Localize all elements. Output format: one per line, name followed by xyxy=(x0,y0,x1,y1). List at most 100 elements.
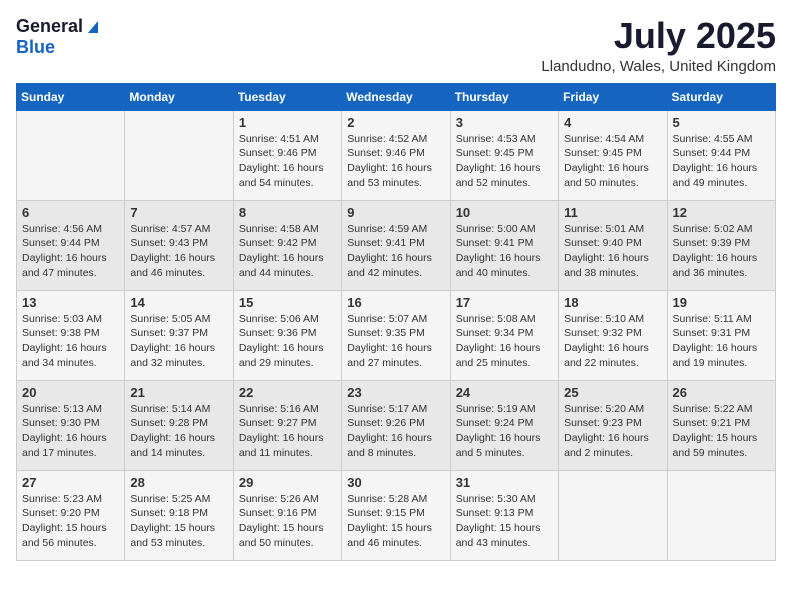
cell-content: Sunrise: 5:01 AMSunset: 9:40 PMDaylight:… xyxy=(564,223,649,279)
logo-blue-text: Blue xyxy=(16,37,55,57)
cell-content: Sunrise: 4:52 AMSunset: 9:46 PMDaylight:… xyxy=(347,133,432,189)
cell-content: Sunrise: 5:11 AMSunset: 9:31 PMDaylight:… xyxy=(673,313,758,369)
calendar-cell: 29Sunrise: 5:26 AMSunset: 9:16 PMDayligh… xyxy=(233,470,341,560)
day-number: 23 xyxy=(347,385,444,400)
cell-content: Sunrise: 5:25 AMSunset: 9:18 PMDaylight:… xyxy=(130,493,215,549)
day-number: 29 xyxy=(239,475,336,490)
day-header-monday: Monday xyxy=(125,83,233,110)
calendar-table: SundayMondayTuesdayWednesdayThursdayFrid… xyxy=(16,83,776,561)
calendar-cell: 5 Sunrise: 4:55 AMSunset: 9:44 PMDaylight… xyxy=(667,110,775,200)
calendar-cell: 28 Sunrise: 5:25 AMSunset: 9:18 PMDayligh… xyxy=(125,470,233,560)
calendar-cell xyxy=(667,470,775,560)
day-header-wednesday: Wednesday xyxy=(342,83,450,110)
day-number: 31 xyxy=(456,475,553,490)
cell-content: Sunrise: 5:28 AMSunset: 9:15 PMDaylight:… xyxy=(347,493,432,549)
cell-content: Sunrise: 4:55 AMSunset: 9:44 PMDaylight:… xyxy=(673,133,758,189)
calendar-cell: 1 Sunrise: 4:51 AMSunset: 9:46 PMDaylight… xyxy=(233,110,341,200)
day-header-tuesday: Tuesday xyxy=(233,83,341,110)
day-number: 26 xyxy=(673,385,770,400)
calendar-cell: 4 Sunrise: 4:54 AMSunset: 9:45 PMDaylight… xyxy=(559,110,667,200)
logo-general-text: General xyxy=(16,16,83,37)
calendar-cell: 8Sunrise: 4:58 AMSunset: 9:42 PMDaylight… xyxy=(233,200,341,290)
calendar-cell: 18 Sunrise: 5:10 AMSunset: 9:32 PMDayligh… xyxy=(559,290,667,380)
day-number: 6 xyxy=(22,205,119,220)
cell-content: Sunrise: 5:14 AMSunset: 9:28 PMDaylight:… xyxy=(130,403,215,459)
cell-content: Sunrise: 4:59 AMSunset: 9:41 PMDaylight:… xyxy=(347,223,432,279)
calendar-week-row: 27Sunrise: 5:23 AMSunset: 9:20 PMDayligh… xyxy=(17,470,776,560)
calendar-cell: 12 Sunrise: 5:02 AMSunset: 9:39 PMDayligh… xyxy=(667,200,775,290)
cell-content: Sunrise: 4:53 AMSunset: 9:45 PMDaylight:… xyxy=(456,133,541,189)
day-number: 9 xyxy=(347,205,444,220)
calendar-cell: 24 Sunrise: 5:19 AMSunset: 9:24 PMDayligh… xyxy=(450,380,558,470)
day-number: 18 xyxy=(564,295,661,310)
day-number: 4 xyxy=(564,115,661,130)
cell-content: Sunrise: 5:08 AMSunset: 9:34 PMDaylight:… xyxy=(456,313,541,369)
day-number: 27 xyxy=(22,475,119,490)
day-number: 1 xyxy=(239,115,336,130)
day-header-friday: Friday xyxy=(559,83,667,110)
day-number: 21 xyxy=(130,385,227,400)
month-title: July 2025 xyxy=(541,16,776,56)
cell-content: Sunrise: 4:51 AMSunset: 9:46 PMDaylight:… xyxy=(239,133,324,189)
page-header: General Blue July 2025 Llandudno, Wales,… xyxy=(16,16,776,75)
calendar-cell: 25Sunrise: 5:20 AMSunset: 9:23 PMDayligh… xyxy=(559,380,667,470)
calendar-cell: 19 Sunrise: 5:11 AMSunset: 9:31 PMDayligh… xyxy=(667,290,775,380)
calendar-cell xyxy=(559,470,667,560)
day-header-sunday: Sunday xyxy=(17,83,125,110)
calendar-header-row: SundayMondayTuesdayWednesdayThursdayFrid… xyxy=(17,83,776,110)
calendar-cell: 17Sunrise: 5:08 AMSunset: 9:34 PMDayligh… xyxy=(450,290,558,380)
calendar-cell xyxy=(17,110,125,200)
logo-icon xyxy=(84,17,102,35)
cell-content: Sunrise: 5:16 AMSunset: 9:27 PMDaylight:… xyxy=(239,403,324,459)
day-number: 14 xyxy=(130,295,227,310)
day-number: 10 xyxy=(456,205,553,220)
calendar-cell: 20Sunrise: 5:13 AMSunset: 9:30 PMDayligh… xyxy=(17,380,125,470)
day-number: 5 xyxy=(673,115,770,130)
calendar-cell: 22 Sunrise: 5:16 AMSunset: 9:27 PMDayligh… xyxy=(233,380,341,470)
cell-content: Sunrise: 4:54 AMSunset: 9:45 PMDaylight:… xyxy=(564,133,649,189)
calendar-cell: 6Sunrise: 4:56 AMSunset: 9:44 PMDaylight… xyxy=(17,200,125,290)
calendar-week-row: 6Sunrise: 4:56 AMSunset: 9:44 PMDaylight… xyxy=(17,200,776,290)
calendar-week-row: 20Sunrise: 5:13 AMSunset: 9:30 PMDayligh… xyxy=(17,380,776,470)
calendar-cell: 13Sunrise: 5:03 AMSunset: 9:38 PMDayligh… xyxy=(17,290,125,380)
day-number: 19 xyxy=(673,295,770,310)
day-number: 28 xyxy=(130,475,227,490)
cell-content: Sunrise: 5:07 AMSunset: 9:35 PMDaylight:… xyxy=(347,313,432,369)
calendar-cell: 26 Sunrise: 5:22 AMSunset: 9:21 PMDayligh… xyxy=(667,380,775,470)
cell-content: Sunrise: 5:10 AMSunset: 9:32 PMDaylight:… xyxy=(564,313,649,369)
cell-content: Sunrise: 5:00 AMSunset: 9:41 PMDaylight:… xyxy=(456,223,541,279)
logo: General Blue xyxy=(16,16,102,58)
calendar-cell: 3 Sunrise: 4:53 AMSunset: 9:45 PMDaylight… xyxy=(450,110,558,200)
day-number: 22 xyxy=(239,385,336,400)
calendar-cell: 30 Sunrise: 5:28 AMSunset: 9:15 PMDayligh… xyxy=(342,470,450,560)
calendar-cell xyxy=(125,110,233,200)
day-number: 3 xyxy=(456,115,553,130)
calendar-cell: 23 Sunrise: 5:17 AMSunset: 9:26 PMDayligh… xyxy=(342,380,450,470)
day-number: 12 xyxy=(673,205,770,220)
day-number: 7 xyxy=(130,205,227,220)
day-header-saturday: Saturday xyxy=(667,83,775,110)
day-header-thursday: Thursday xyxy=(450,83,558,110)
calendar-cell: 2Sunrise: 4:52 AMSunset: 9:46 PMDaylight… xyxy=(342,110,450,200)
cell-content: Sunrise: 5:02 AMSunset: 9:39 PMDaylight:… xyxy=(673,223,758,279)
day-number: 24 xyxy=(456,385,553,400)
cell-content: Sunrise: 5:05 AMSunset: 9:37 PMDaylight:… xyxy=(130,313,215,369)
cell-content: Sunrise: 5:13 AMSunset: 9:30 PMDaylight:… xyxy=(22,403,107,459)
calendar-cell: 27Sunrise: 5:23 AMSunset: 9:20 PMDayligh… xyxy=(17,470,125,560)
cell-content: Sunrise: 5:17 AMSunset: 9:26 PMDaylight:… xyxy=(347,403,432,459)
cell-content: Sunrise: 5:06 AMSunset: 9:36 PMDaylight:… xyxy=(239,313,324,369)
calendar-cell: 16 Sunrise: 5:07 AMSunset: 9:35 PMDayligh… xyxy=(342,290,450,380)
day-number: 16 xyxy=(347,295,444,310)
calendar-cell: 15Sunrise: 5:06 AMSunset: 9:36 PMDayligh… xyxy=(233,290,341,380)
day-number: 25 xyxy=(564,385,661,400)
title-area: July 2025 Llandudno, Wales, United Kingd… xyxy=(541,16,776,75)
day-number: 30 xyxy=(347,475,444,490)
calendar-cell: 31Sunrise: 5:30 AMSunset: 9:13 PMDayligh… xyxy=(450,470,558,560)
cell-content: Sunrise: 5:22 AMSunset: 9:21 PMDaylight:… xyxy=(673,403,758,459)
day-number: 13 xyxy=(22,295,119,310)
cell-content: Sunrise: 5:19 AMSunset: 9:24 PMDaylight:… xyxy=(456,403,541,459)
calendar-cell: 11Sunrise: 5:01 AMSunset: 9:40 PMDayligh… xyxy=(559,200,667,290)
location-title: Llandudno, Wales, United Kingdom xyxy=(541,58,776,75)
calendar-cell: 7Sunrise: 4:57 AMSunset: 9:43 PMDaylight… xyxy=(125,200,233,290)
calendar-cell: 10 Sunrise: 5:00 AMSunset: 9:41 PMDayligh… xyxy=(450,200,558,290)
